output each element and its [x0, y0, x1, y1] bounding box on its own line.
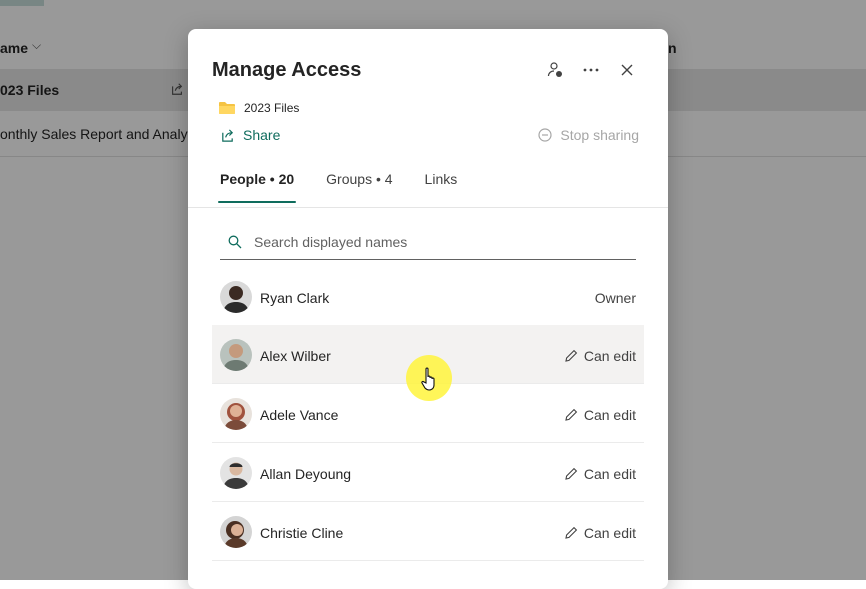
folder-icon: [219, 102, 235, 114]
avatar: [220, 516, 252, 548]
permission-dropdown[interactable]: Can edit: [564, 407, 636, 423]
pencil-icon: [565, 408, 578, 421]
more-options-button[interactable]: [580, 59, 602, 81]
tab-people[interactable]: People • 20: [217, 171, 297, 203]
avatar: [220, 398, 252, 430]
stop-sharing-label: Stop sharing: [560, 127, 639, 143]
permission-dropdown[interactable]: Can edit: [564, 525, 636, 541]
permission-dropdown[interactable]: Can edit: [564, 348, 636, 364]
permission-text: Can edit: [583, 525, 636, 541]
manage-access-settings-button[interactable]: [544, 59, 566, 81]
access-tabs: People • 20 Groups • 4 Links: [217, 171, 489, 203]
folder-name: 2023 Files: [244, 101, 300, 115]
permission-text: Can edit: [583, 466, 636, 482]
list-item[interactable]: Allan Deyoung Can edit: [212, 443, 644, 502]
permission-text: Owner: [594, 290, 636, 306]
shared-item: 2023 Files: [218, 99, 299, 117]
person-name: Ryan Clark: [260, 290, 330, 306]
search-input[interactable]: [252, 233, 616, 251]
person-name: Christie Cline: [260, 525, 344, 541]
permission-label: Owner: [595, 290, 636, 306]
hand-cursor-icon: [421, 367, 435, 391]
people-list: Ryan Clark Owner Alex Wilber Can edit Ad…: [212, 267, 644, 561]
avatar: [220, 457, 252, 489]
search-icon: [228, 235, 242, 249]
pencil-icon: [565, 349, 578, 362]
pencil-icon: [565, 467, 578, 480]
person-name: Alex Wilber: [260, 348, 331, 364]
avatar: [220, 281, 252, 313]
share-label: Share: [243, 127, 281, 143]
close-icon: [621, 64, 633, 76]
person-settings-icon: [547, 62, 562, 77]
permission-text: Can edit: [583, 348, 636, 364]
search-box: [220, 225, 636, 260]
pencil-icon: [565, 526, 578, 539]
dialog-title: Manage Access: [212, 59, 362, 81]
share-button[interactable]: Share: [220, 127, 280, 143]
avatar: [220, 339, 252, 371]
list-item[interactable]: Christie Cline Can edit: [212, 502, 644, 561]
share-icon: [222, 128, 234, 142]
list-item[interactable]: Ryan Clark Owner: [212, 267, 644, 325]
tab-links[interactable]: Links: [425, 171, 458, 203]
person-name: Allan Deyoung: [260, 466, 352, 482]
permission-text: Can edit: [583, 407, 636, 423]
person-name: Adele Vance: [260, 407, 339, 423]
close-button[interactable]: [616, 59, 638, 81]
permission-dropdown[interactable]: Can edit: [564, 466, 636, 482]
divider: [188, 207, 668, 208]
manage-access-dialog: Manage Access 2023 Files Share Stop shar…: [188, 29, 668, 589]
stop-circle-icon: [538, 128, 552, 142]
stop-sharing-button[interactable]: Stop sharing: [538, 127, 639, 143]
tab-groups[interactable]: Groups • 4: [326, 171, 392, 203]
more-horizontal-icon: [583, 68, 599, 72]
